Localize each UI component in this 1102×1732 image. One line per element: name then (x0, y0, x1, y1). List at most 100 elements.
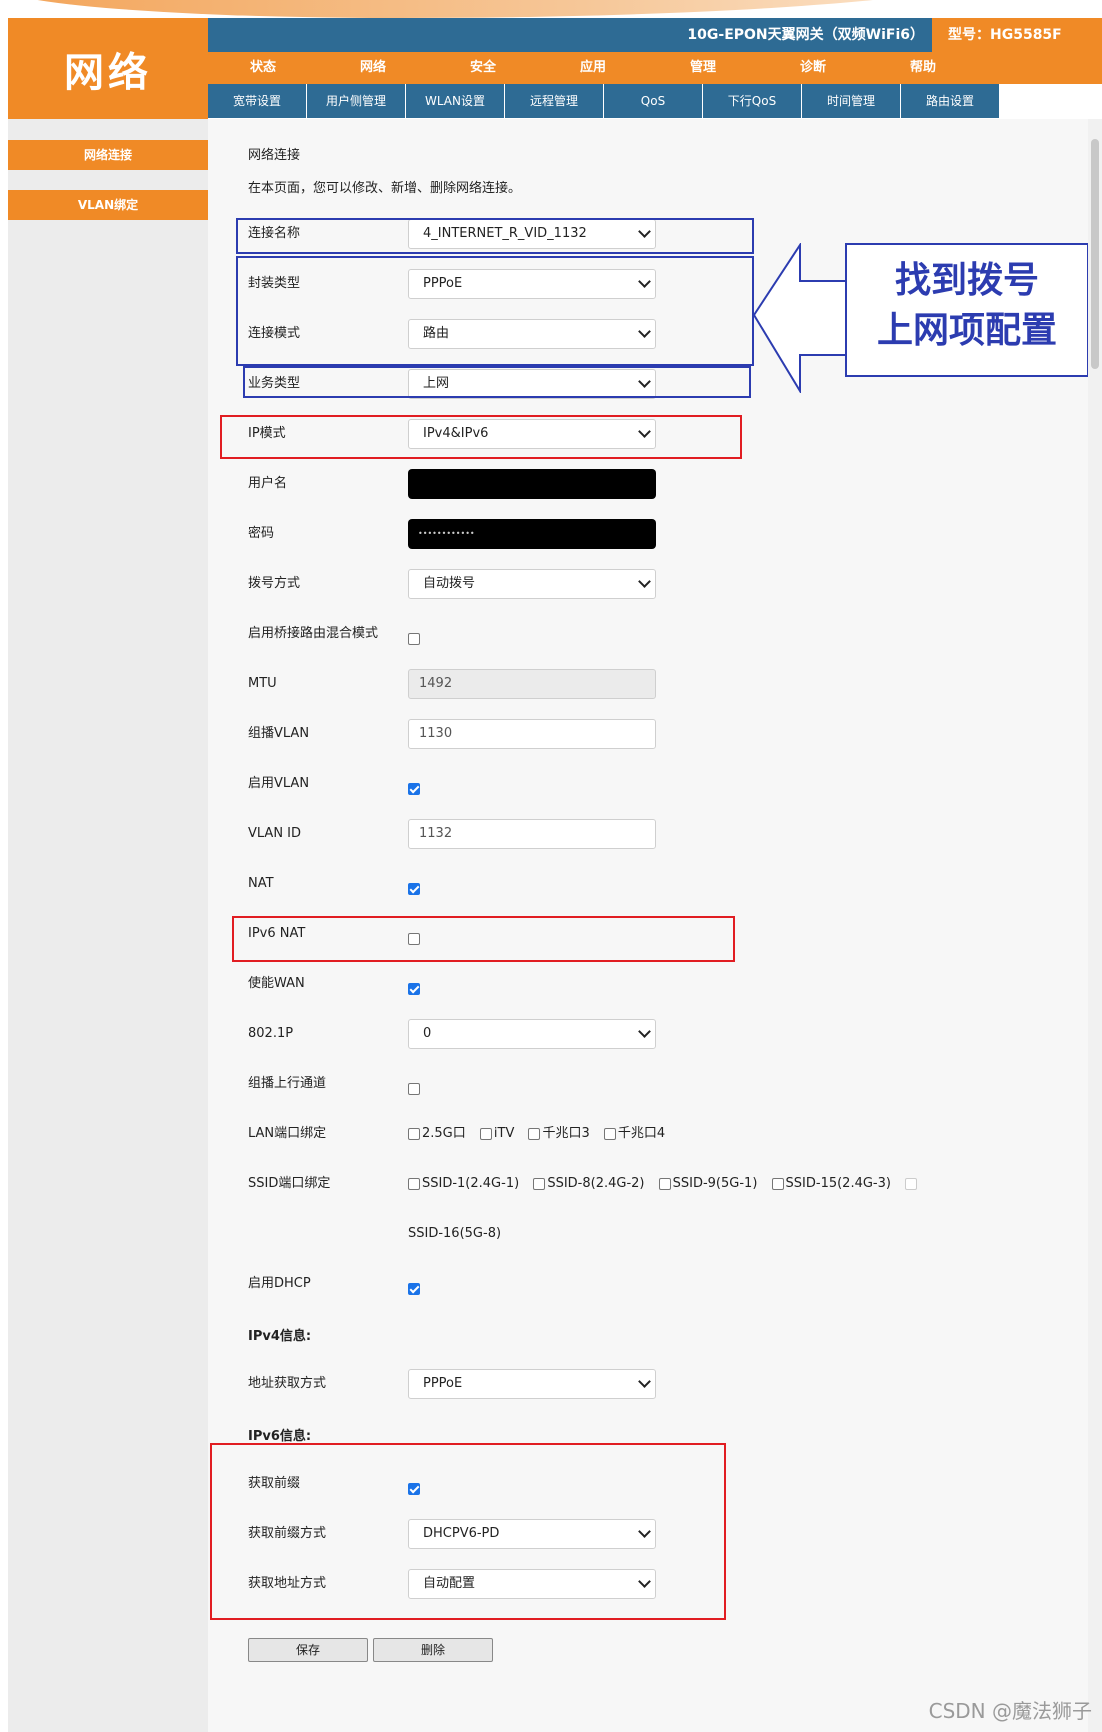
ipv4-section-title: IPv4信息: (248, 1329, 312, 1344)
row-enable-vlan: 启用VLAN (248, 769, 748, 799)
watermark: CSDN @魔法狮子 (928, 1699, 1092, 1723)
vlan-id-label: VLAN ID (248, 826, 302, 841)
row-vlan-id: VLAN ID 1132 (248, 819, 748, 849)
row-lan-bind: LAN端口绑定 2.5G口 iTV 千兆口3 千兆口4 (248, 1119, 1048, 1149)
ssid-bind-checkbox[interactable] (658, 1177, 671, 1190)
tab-time[interactable]: 时间管理 (802, 84, 901, 118)
username-input[interactable] (408, 469, 656, 499)
ssid-bind-option: SSID-9(5G-1) (672, 1176, 758, 1191)
nav-diagnose[interactable]: 诊断 (758, 52, 868, 84)
bridge-mix-label: 启用桥接路由混合模式 (248, 626, 379, 641)
dot1p-select[interactable]: 0 (408, 1019, 656, 1049)
lan-bind-checkbox[interactable] (528, 1127, 541, 1140)
page-title: 网络连接 (248, 148, 301, 163)
password-label: 密码 (248, 526, 275, 541)
tab-remote[interactable]: 远程管理 (505, 84, 604, 118)
ipv6-section-title: IPv6信息: (248, 1429, 312, 1444)
ssid-bind-option: SSID-8(2.4G-2) (547, 1176, 645, 1191)
nat-checkbox[interactable] (408, 882, 420, 895)
annotation-callout: 找到拨号 上网项配置 (845, 243, 1089, 377)
ssid-bind-checkbox[interactable] (905, 1177, 918, 1190)
row-dial: 拨号方式 自动拨号 (248, 569, 748, 599)
annotation-red-box (232, 916, 735, 962)
chevron-down-icon (638, 575, 651, 588)
enable-vlan-checkbox[interactable] (408, 782, 420, 795)
callout-line-1: 找到拨号 (894, 259, 1039, 301)
sidebar-item-vlan-bind[interactable]: VLAN绑定 (8, 190, 208, 220)
row-ssid-wrap: SSID-16(5G-8) (248, 1219, 748, 1249)
lan-bind-option: iTV (493, 1126, 515, 1141)
sidebar-item-connection[interactable]: 网络连接 (8, 140, 208, 170)
tab-qos[interactable]: QoS (604, 84, 703, 118)
annotation-red-box (220, 415, 742, 459)
tab-broadband[interactable]: 宽带设置 (208, 84, 307, 118)
mcast-up-checkbox[interactable] (408, 1082, 420, 1095)
lan-bind-option: 千兆口3 (542, 1126, 590, 1141)
chevron-down-icon (638, 1375, 651, 1388)
enable-dhcp-checkbox[interactable] (408, 1282, 420, 1295)
chevron-down-icon (638, 1025, 651, 1038)
annotation-blue-box (243, 366, 751, 398)
enable-wan-label: 使能WAN (248, 976, 305, 991)
bridge-mix-checkbox[interactable] (408, 632, 420, 645)
sidebar: 网络连接 VLAN绑定 (8, 119, 208, 1732)
row-bridge-mix: 启用桥接路由混合模式 (248, 619, 748, 649)
row-mcast-up: 组播上行通道 (248, 1069, 748, 1099)
nav-status[interactable]: 状态 (208, 52, 318, 84)
tab-wlan[interactable]: WLAN设置 (406, 84, 505, 118)
row-ssid-bind: SSID端口绑定 SSID-1(2.4G-1) SSID-8(2.4G-2) S… (248, 1169, 1068, 1199)
annotation-blue-box (236, 218, 754, 254)
row-dot1p: 802.1P 0 (248, 1019, 748, 1049)
annotation-blue-box (236, 256, 754, 366)
delete-button[interactable]: 删除 (373, 1638, 493, 1662)
model-label: 型号：HG5585F (932, 18, 1102, 52)
callout-line-2: 上网项配置 (876, 309, 1057, 351)
ssid-bind-checkbox[interactable] (533, 1177, 546, 1190)
title-bar: 10G-EPON天翼网关（双频WiFi6） 型号：HG5585F (208, 18, 1102, 52)
scrollbar[interactable] (1088, 119, 1102, 1732)
row-nat: NAT (248, 869, 748, 899)
password-input[interactable]: •••••••••••• (408, 519, 656, 549)
enable-wan-checkbox[interactable] (408, 982, 420, 995)
row-username: 用户名 (248, 469, 748, 499)
lan-bind-label: LAN端口绑定 (248, 1126, 327, 1141)
addr-method-label: 地址获取方式 (248, 1376, 327, 1391)
product-title: 10G-EPON天翼网关（双频WiFi6） (687, 27, 924, 43)
username-label: 用户名 (248, 476, 288, 491)
page-description: 在本页面，您可以修改、新增、删除网络连接。 (248, 181, 522, 196)
vlan-id-input[interactable]: 1132 (408, 819, 656, 849)
addr-method-select[interactable]: PPPoE (408, 1369, 656, 1399)
lan-bind-checkbox[interactable] (408, 1127, 420, 1140)
nav-manage[interactable]: 管理 (648, 52, 758, 84)
nav-security[interactable]: 安全 (428, 52, 538, 84)
lan-bind-checkbox[interactable] (479, 1127, 492, 1140)
ssid-bind-option: SSID-1(2.4G-1) (422, 1176, 520, 1191)
ssid-bind-label: SSID端口绑定 (248, 1176, 331, 1191)
dial-label: 拨号方式 (248, 576, 301, 591)
nav-apps[interactable]: 应用 (538, 52, 648, 84)
scrollbar-thumb[interactable] (1091, 139, 1099, 369)
mcast-vlan-input[interactable]: 1130 (408, 719, 656, 749)
ssid-bind-checkbox[interactable] (771, 1177, 784, 1190)
lan-bind-checkbox[interactable] (603, 1127, 616, 1140)
ssid-bind-checkbox[interactable] (408, 1177, 420, 1190)
mtu-input[interactable]: 1492 (408, 669, 656, 699)
top-decor-strip (0, 0, 1102, 18)
tab-user-side[interactable]: 用户侧管理 (307, 84, 406, 118)
nav-help[interactable]: 帮助 (868, 52, 978, 84)
tab-route[interactable]: 路由设置 (901, 84, 1000, 118)
nav-network[interactable]: 网络 (318, 52, 428, 84)
tab-down-qos[interactable]: 下行QoS (703, 84, 802, 118)
row-password: 密码 •••••••••••• (248, 519, 748, 549)
save-button[interactable]: 保存 (248, 1638, 368, 1662)
dot1p-label: 802.1P (248, 1026, 294, 1041)
sub-nav: 宽带设置 用户侧管理 WLAN设置 远程管理 QoS 下行QoS 时间管理 路由… (208, 84, 1008, 118)
row-enable-dhcp: 启用DHCP (248, 1269, 748, 1299)
main-nav: 状态 网络 安全 应用 管理 诊断 帮助 (208, 52, 1102, 84)
dial-select[interactable]: 自动拨号 (408, 569, 656, 599)
enable-dhcp-label: 启用DHCP (248, 1276, 311, 1291)
ssid-bind-option: SSID-16(5G-8) (408, 1226, 502, 1241)
row-mcast-vlan: 组播VLAN 1130 (248, 719, 748, 749)
enable-vlan-label: 启用VLAN (248, 776, 310, 791)
mcast-up-label: 组播上行通道 (248, 1076, 327, 1091)
